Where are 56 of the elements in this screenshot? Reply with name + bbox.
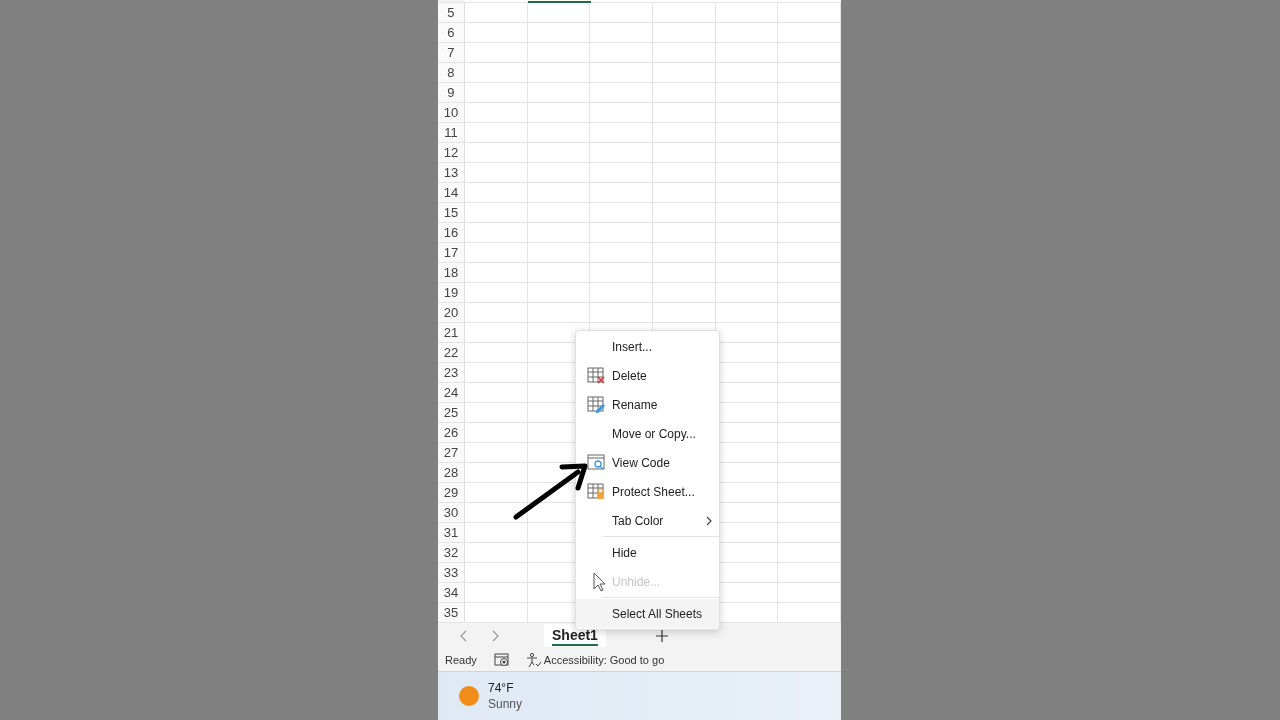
menu-item[interactable]: Protect Sheet... — [576, 477, 719, 506]
row-number: 23 — [438, 363, 465, 382]
row-number: 9 — [438, 83, 465, 102]
submenu-chevron-icon — [706, 516, 712, 526]
status-text: Ready — [445, 653, 477, 666]
next-sheet-icon[interactable] — [490, 629, 500, 642]
row-number: 21 — [438, 323, 465, 342]
row-number: 33 — [438, 563, 465, 582]
menu-item[interactable]: View Code — [576, 448, 719, 477]
menu-item[interactable]: Insert... — [576, 332, 719, 361]
delete-sheet-icon — [587, 367, 605, 384]
menu-item[interactable]: Delete — [576, 361, 719, 390]
row-number: 30 — [438, 503, 465, 522]
menu-item[interactable]: Hide — [576, 535, 719, 567]
weather-condition: Sunny — [488, 696, 523, 712]
row-number: 26 — [438, 423, 465, 442]
mouse-cursor-icon — [593, 572, 607, 592]
row-number: 14 — [438, 183, 465, 202]
row-number: 17 — [438, 243, 465, 262]
menu-item[interactable]: Move or Copy... — [576, 419, 719, 448]
row-number: 15 — [438, 203, 465, 222]
row-number: 5 — [438, 3, 465, 22]
accessibility-icon[interactable] — [525, 651, 542, 668]
row-number: 32 — [438, 543, 465, 562]
row-number: 20 — [438, 303, 465, 322]
row-number: 8 — [438, 63, 465, 82]
row-number: 25 — [438, 403, 465, 422]
row-number: 28 — [438, 463, 465, 482]
row-number: 22 — [438, 343, 465, 362]
selected-cell-border — [528, 0, 591, 3]
row-number: 34 — [438, 583, 465, 602]
menu-item[interactable]: Rename — [576, 390, 719, 419]
menu-item[interactable]: Select All Sheets — [576, 596, 719, 628]
row-number: 12 — [438, 143, 465, 162]
row-number: 13 — [438, 163, 465, 182]
row-number: 6 — [438, 23, 465, 42]
menu-item[interactable]: Tab Color — [576, 506, 719, 535]
macro-record-icon[interactable] — [493, 652, 510, 667]
row-number: 35 — [438, 603, 465, 622]
row-number: 19 — [438, 283, 465, 302]
row-number: 16 — [438, 223, 465, 242]
add-sheet-icon[interactable] — [655, 629, 668, 642]
view-code-icon — [587, 454, 605, 471]
protect-sheet-icon — [587, 483, 605, 500]
row-number: 7 — [438, 43, 465, 62]
row-number: 24 — [438, 383, 465, 402]
row-number: 29 — [438, 483, 465, 502]
row-number: 11 — [438, 123, 465, 142]
rename-sheet-icon — [587, 396, 605, 413]
row-number: 18 — [438, 263, 465, 282]
row-number: 31 — [438, 523, 465, 542]
accessibility-status[interactable]: Accessibility: Good to go — [543, 653, 665, 666]
previous-sheet-icon[interactable] — [459, 629, 469, 642]
row-number: 10 — [438, 103, 465, 122]
row-number: 27 — [438, 443, 465, 462]
temperature-text: 74°F — [488, 680, 515, 696]
